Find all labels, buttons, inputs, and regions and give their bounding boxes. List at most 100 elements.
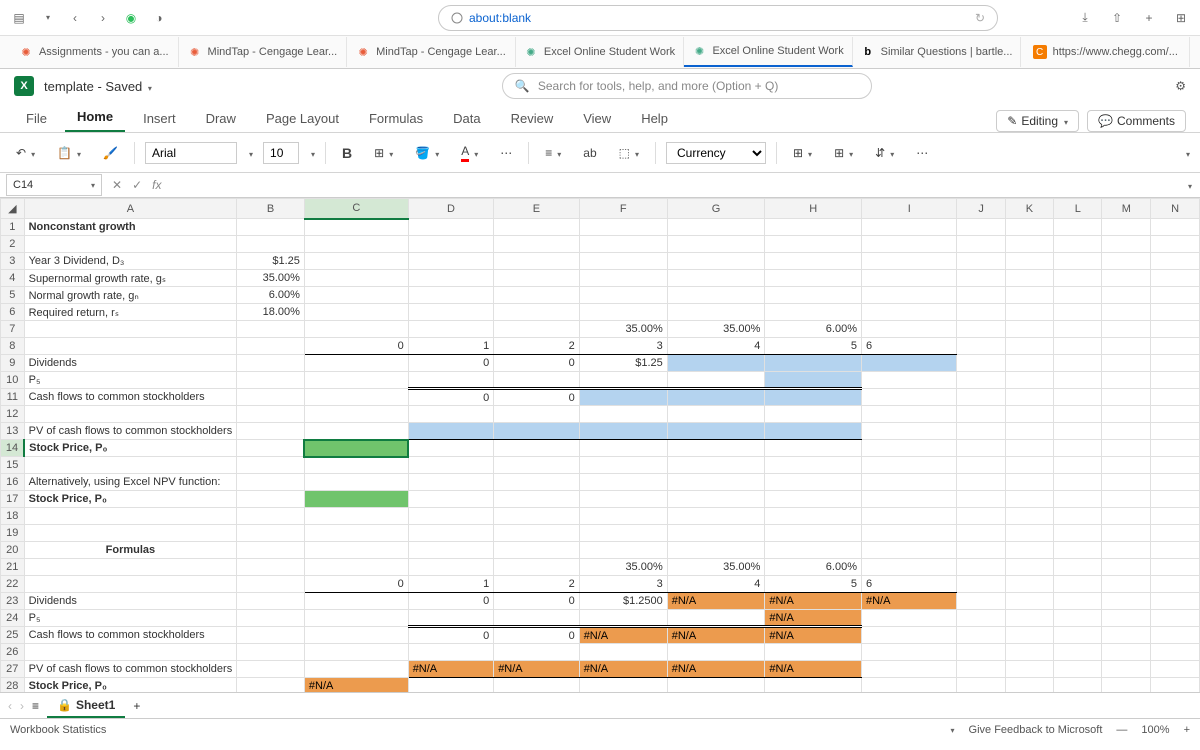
forward-icon[interactable]: ›	[94, 9, 112, 27]
tabs-dropdown-icon[interactable]	[38, 9, 56, 27]
ribbon-tab-view[interactable]: View	[571, 105, 623, 132]
browser-toolbar: ▤ ‹ › ◉ ◑ about:blank ↻ ⤓ ⇧ + ⊞	[0, 0, 1200, 36]
status-dropdown-icon[interactable]	[949, 724, 955, 736]
cond-format-button[interactable]: ⊞	[787, 144, 818, 162]
enter-icon[interactable]: ✓	[132, 178, 142, 192]
feedback-link[interactable]: Give Feedback to Microsoft	[969, 724, 1103, 736]
format-painter-button[interactable]: 🖌️	[97, 144, 124, 162]
font-color-button[interactable]: A	[455, 142, 484, 164]
col-header[interactable]: H	[765, 199, 862, 219]
sheet-tab-bar: ‹ › ≡ 🔒Sheet1 +	[0, 692, 1200, 718]
bold-button[interactable]: B	[336, 143, 358, 163]
status-bar: Workbook Statistics Give Feedback to Mic…	[0, 718, 1200, 740]
col-header[interactable]: J	[957, 199, 1005, 219]
ribbon-tab-help[interactable]: Help	[629, 105, 680, 132]
ribbon-tab-formulas[interactable]: Formulas	[357, 105, 435, 132]
formula-bar: C14 ✕ ✓ fx	[0, 173, 1200, 198]
selected-cell[interactable]	[304, 440, 408, 457]
expand-formula-icon[interactable]	[1178, 178, 1200, 192]
cancel-icon[interactable]: ✕	[112, 178, 122, 192]
select-all-corner[interactable]: ◢	[1, 199, 25, 219]
comments-button[interactable]: 💬 Comments	[1087, 110, 1186, 132]
align-button[interactable]: ≡	[539, 144, 567, 162]
font-family-input[interactable]	[145, 142, 237, 164]
shield-icon[interactable]: ◑	[150, 9, 168, 27]
sheet-next-icon[interactable]: ›	[20, 699, 24, 713]
ribbon-tab-file[interactable]: File	[14, 105, 59, 132]
number-format-select[interactable]: Currency	[666, 142, 766, 164]
browser-tab[interactable]: ✺Excel Online Student Work	[516, 37, 685, 67]
col-header[interactable]: E	[494, 199, 580, 219]
font-size-input[interactable]	[263, 142, 299, 164]
format-table-button[interactable]: ⊞	[828, 144, 859, 162]
col-header[interactable]: I	[862, 199, 957, 219]
font-dropdown-icon[interactable]	[247, 146, 253, 160]
download-icon[interactable]: ⤓	[1076, 9, 1094, 27]
sheet-prev-icon[interactable]: ‹	[8, 699, 12, 713]
all-sheets-icon[interactable]: ≡	[32, 699, 39, 713]
back-icon[interactable]: ‹	[66, 9, 84, 27]
workbook-stats-button[interactable]: Workbook Statistics	[10, 724, 106, 736]
add-sheet-icon[interactable]: +	[133, 699, 140, 713]
col-header[interactable]: K	[1005, 199, 1054, 219]
merge-button[interactable]: ⬚	[613, 144, 645, 162]
col-header[interactable]: L	[1054, 199, 1102, 219]
lock-icon: 🔒	[57, 698, 72, 712]
browser-tab-active[interactable]: ✺Excel Online Student Work	[684, 37, 853, 67]
col-header[interactable]: C	[304, 199, 408, 219]
ribbon-toolbar: ↶ 📋 🖌️ B ⊞ 🪣 A ⋯ ≡ ab ⬚ Currency ⊞ ⊞ ⇵ ⋯	[0, 133, 1200, 173]
paste-button[interactable]: 📋	[51, 144, 87, 162]
zoom-out-icon[interactable]: —	[1116, 724, 1127, 736]
undo-button[interactable]: ↶	[10, 144, 41, 162]
ribbon-tab-insert[interactable]: Insert	[131, 105, 188, 132]
ribbon-tab-data[interactable]: Data	[441, 105, 492, 132]
new-tab-icon[interactable]: +	[1140, 9, 1158, 27]
browser-tab-strip: ✺Assignments - you can a... ✺MindTap - C…	[0, 36, 1200, 69]
col-header[interactable]: G	[667, 199, 765, 219]
name-box[interactable]: C14	[6, 174, 102, 196]
fill-color-button[interactable]: 🪣	[409, 144, 445, 162]
browser-tab[interactable]: ✺MindTap - Cengage Lear...	[347, 37, 516, 67]
formula-input[interactable]	[171, 174, 1178, 196]
ribbon-tab-review[interactable]: Review	[499, 105, 566, 132]
workbook-title[interactable]: template - Saved	[44, 79, 152, 94]
sort-filter-button[interactable]: ⇵	[869, 144, 900, 162]
col-header[interactable]: B	[237, 199, 305, 219]
collapse-ribbon-icon[interactable]	[1184, 146, 1190, 160]
spreadsheet-grid[interactable]: ◢ A B C D E F G H I J K L M N 1Nonconsta…	[0, 198, 1200, 692]
address-text: about:blank	[469, 11, 531, 25]
excel-header: X template - Saved 🔍 Search for tools, h…	[0, 69, 1200, 103]
fx-icon[interactable]: fx	[152, 178, 161, 192]
editing-mode-button[interactable]: ✎ Editing	[996, 110, 1079, 132]
share-icon[interactable]: ⇧	[1108, 9, 1126, 27]
grammarly-icon[interactable]: ◉	[122, 9, 140, 27]
browser-tab[interactable]: Chttps://www.chegg.com/...	[1021, 37, 1190, 67]
column-header-row[interactable]: ◢ A B C D E F G H I J K L M N	[1, 199, 1200, 219]
zoom-level[interactable]: 100%	[1141, 724, 1169, 736]
col-header[interactable]: M	[1102, 199, 1151, 219]
ribbon-tab-pagelayout[interactable]: Page Layout	[254, 105, 351, 132]
gear-icon[interactable]: ⚙	[1175, 79, 1186, 93]
tell-me-search[interactable]: 🔍 Search for tools, help, and more (Opti…	[502, 73, 872, 99]
sidebar-toggle-icon[interactable]: ▤	[10, 9, 28, 27]
borders-button[interactable]: ⊞	[368, 144, 399, 162]
size-dropdown-icon[interactable]	[309, 146, 315, 160]
col-header[interactable]: A	[24, 199, 237, 219]
col-header[interactable]: N	[1151, 199, 1200, 219]
tab-overview-icon[interactable]: ⊞	[1172, 9, 1190, 27]
wrap-text-button[interactable]: ab	[577, 144, 602, 162]
more-font-button[interactable]: ⋯	[494, 144, 518, 162]
browser-tab[interactable]: bSimilar Questions | bartle...	[853, 37, 1022, 67]
browser-tab[interactable]: ✺Assignments - you can a...	[10, 37, 179, 67]
col-header[interactable]: D	[408, 199, 494, 219]
address-bar[interactable]: about:blank ↻	[438, 5, 998, 31]
ribbon-tab-home[interactable]: Home	[65, 103, 125, 132]
ribbon-tab-draw[interactable]: Draw	[194, 105, 248, 132]
browser-tab[interactable]: ✺MindTap - Cengage Lear...	[179, 37, 348, 67]
reload-icon[interactable]: ↻	[975, 11, 985, 25]
more-button[interactable]: ⋯	[910, 144, 934, 162]
zoom-in-icon[interactable]: +	[1184, 724, 1190, 736]
search-icon: 🔍	[515, 79, 530, 93]
col-header[interactable]: F	[579, 199, 667, 219]
sheet-tab-active[interactable]: 🔒Sheet1	[47, 694, 125, 718]
